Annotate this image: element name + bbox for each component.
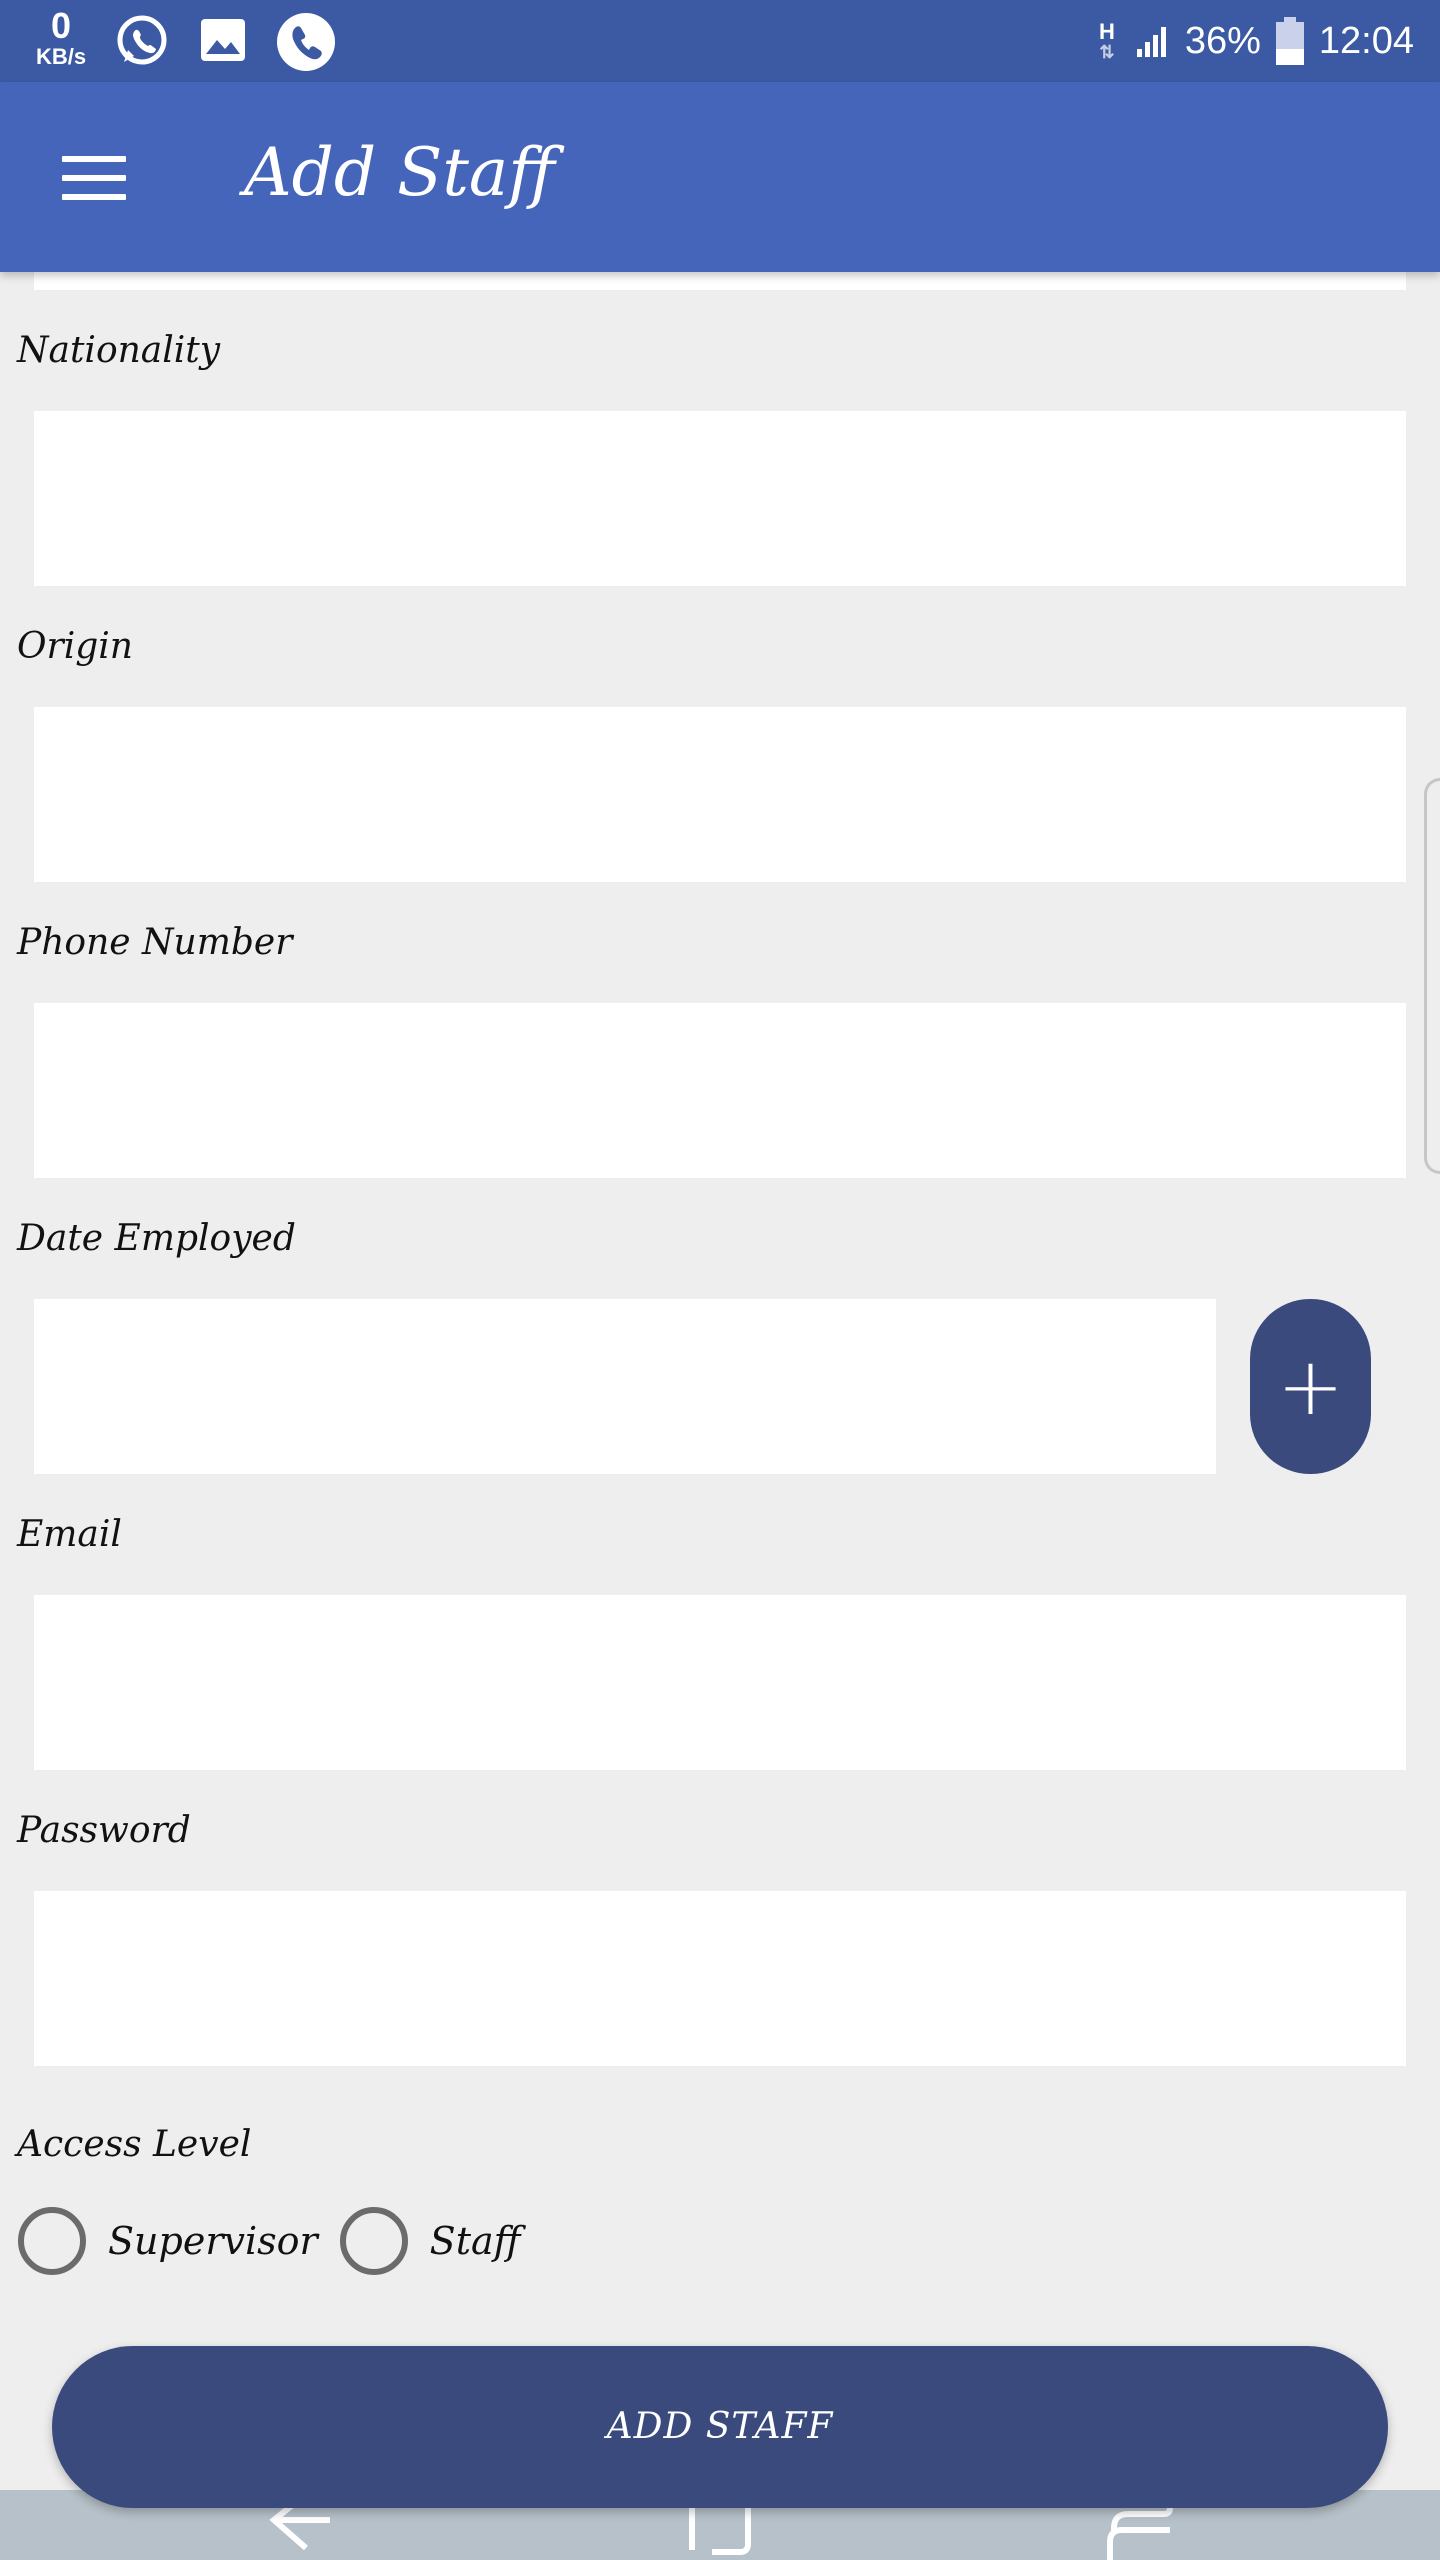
access-level-label: Access Level xyxy=(17,2124,252,2165)
add-date-button[interactable]: + xyxy=(1250,1299,1371,1474)
status-bar: 0 KB/s H ⇅ 36% 12:04 xyxy=(0,0,1440,82)
signal-icon xyxy=(1136,27,1166,57)
whatsapp-icon xyxy=(117,15,167,65)
network-type-icon: H ⇅ xyxy=(1098,19,1115,62)
battery-percent: 36% xyxy=(1184,19,1261,62)
origin-input[interactable] xyxy=(34,707,1406,882)
nationality-input[interactable] xyxy=(34,411,1406,586)
clock: 12:04 xyxy=(1318,19,1414,62)
date-employed-label: Date Employed xyxy=(17,1218,296,1259)
scroll-indicator xyxy=(1424,778,1440,1174)
app-toolbar: Add Staff xyxy=(0,82,1440,272)
network-speed: 0 KB/s xyxy=(28,8,94,68)
network-speed-value: 0 xyxy=(50,5,72,46)
image-icon xyxy=(201,19,245,61)
password-input[interactable] xyxy=(34,1891,1406,2066)
radio-circle-icon[interactable] xyxy=(18,2207,86,2275)
phone-icon xyxy=(277,13,335,71)
origin-label: Origin xyxy=(17,626,133,667)
phone-number-input[interactable] xyxy=(34,1003,1406,1178)
date-employed-input[interactable] xyxy=(34,1299,1216,1474)
radio-supervisor[interactable]: Supervisor xyxy=(18,2207,318,2275)
radio-staff-label: Staff xyxy=(429,2219,521,2263)
add-staff-button[interactable]: ADD STAFF xyxy=(52,2346,1388,2508)
password-label: Password xyxy=(17,1810,191,1851)
hamburger-menu-icon[interactable] xyxy=(62,156,126,200)
email-label: Email xyxy=(17,1514,122,1555)
radio-staff[interactable]: Staff xyxy=(339,2207,521,2275)
nationality-label: Nationality xyxy=(17,330,221,371)
phone-number-label: Phone Number xyxy=(17,922,293,963)
radio-circle-icon[interactable] xyxy=(339,2207,408,2275)
radio-supervisor-label: Supervisor xyxy=(108,2219,318,2263)
status-right: H ⇅ 36% 12:04 xyxy=(1099,0,1414,82)
previous-field-input[interactable] xyxy=(34,272,1406,290)
battery-icon xyxy=(1275,17,1304,65)
page-title: Add Staff xyxy=(244,134,555,211)
network-type-label: H xyxy=(1098,19,1115,44)
access-level-radio-group: Supervisor Staff xyxy=(18,2205,543,2277)
network-speed-unit: KB/s xyxy=(35,44,87,69)
email-input[interactable] xyxy=(34,1595,1406,1770)
